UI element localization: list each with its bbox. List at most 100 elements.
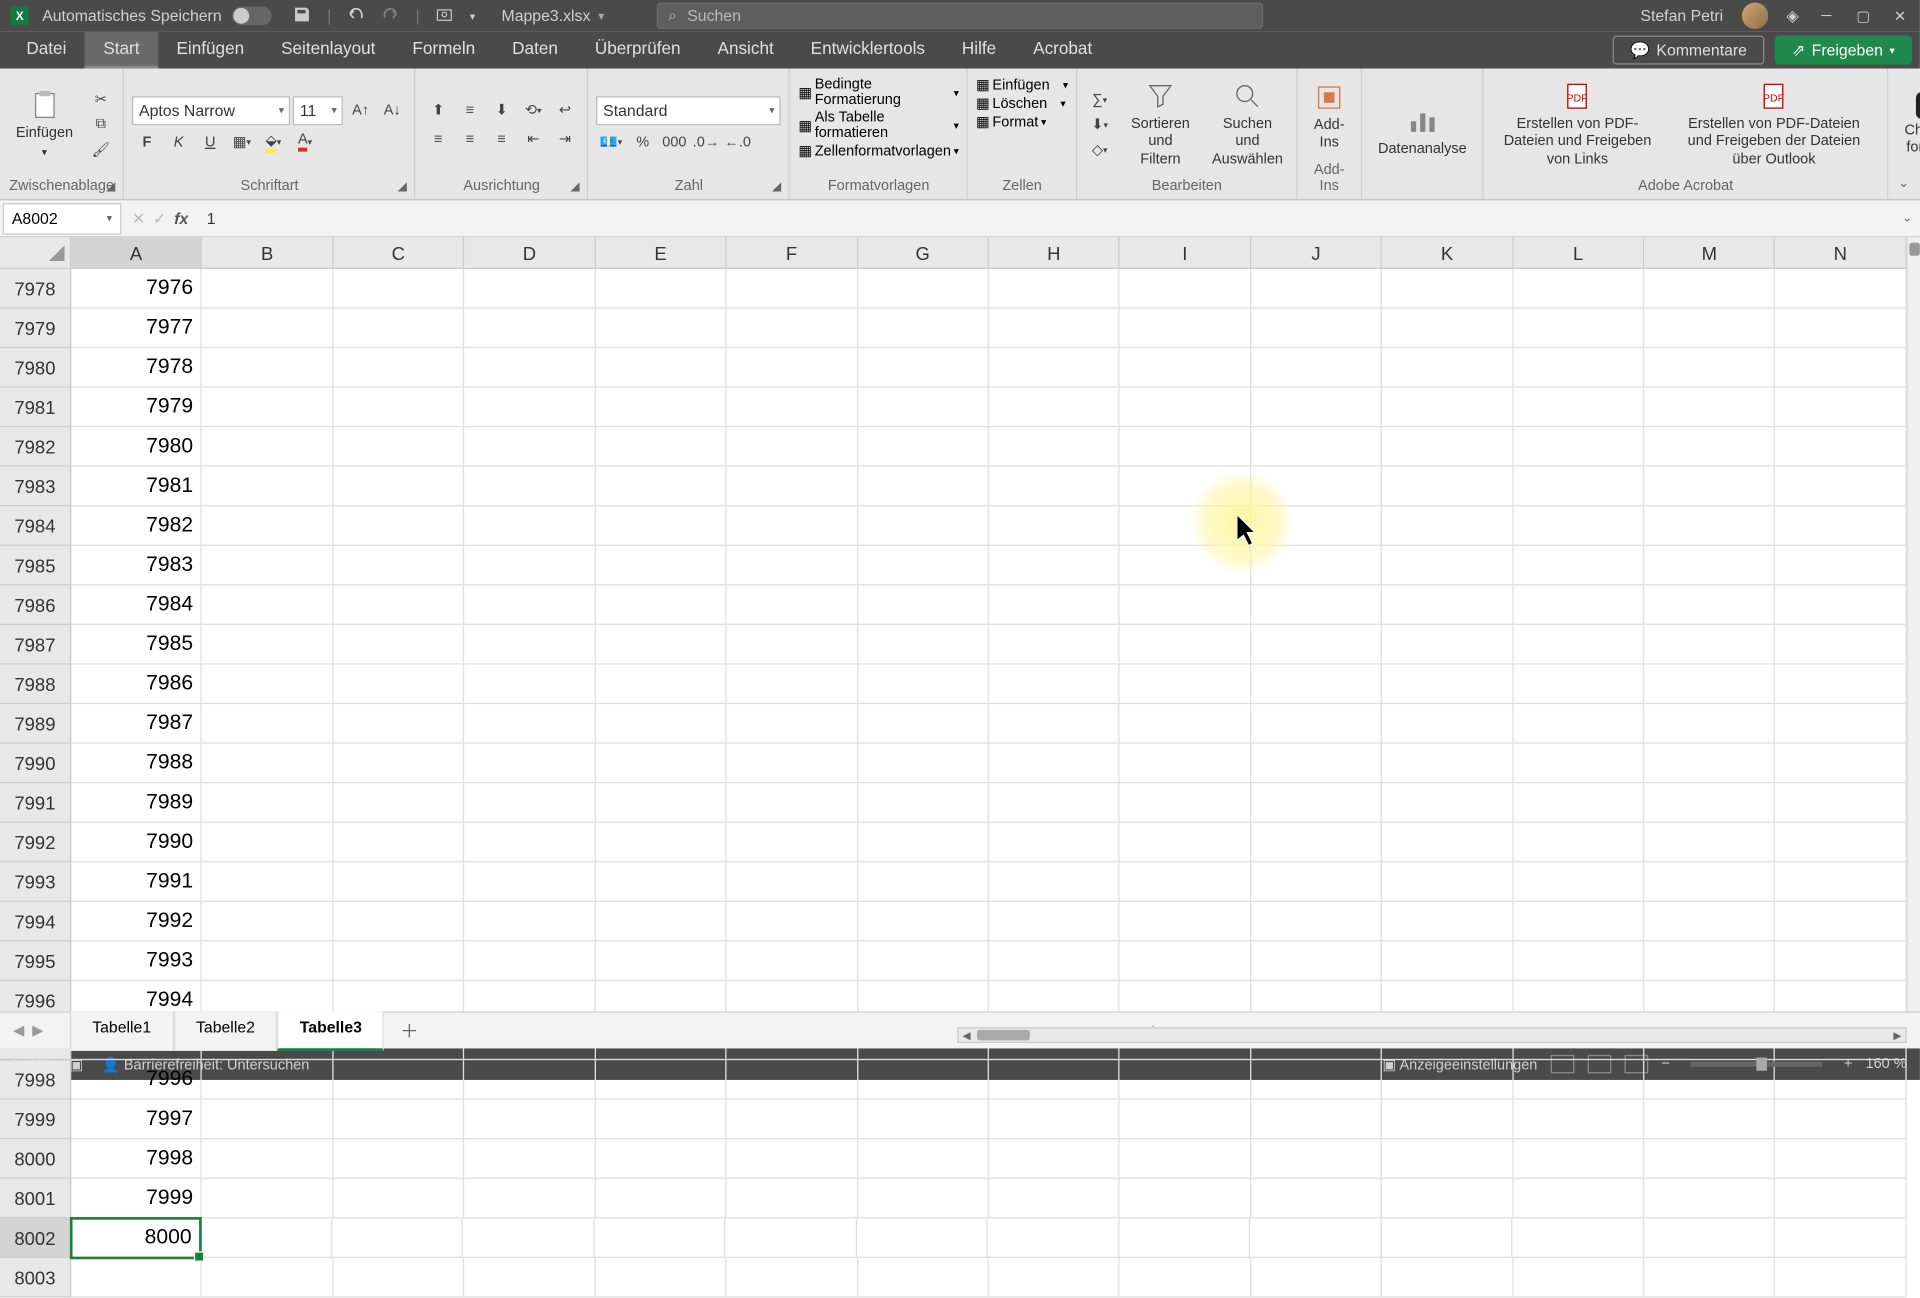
cell[interactable] <box>333 348 464 388</box>
fill-color-icon[interactable]: ⬙▾ <box>259 130 288 154</box>
cell[interactable]: 7984 <box>71 585 202 625</box>
font-name-combo[interactable]: Aptos Narrow▾ <box>132 96 290 125</box>
cell[interactable] <box>1251 783 1382 823</box>
cell[interactable] <box>1644 783 1775 823</box>
border-icon[interactable]: ▦▾ <box>227 130 256 154</box>
delete-cells-button[interactable]: ▦ Löschen ▾ <box>976 95 1068 112</box>
cell[interactable] <box>332 1218 463 1258</box>
cell[interactable] <box>858 506 989 546</box>
cell[interactable] <box>464 902 595 942</box>
cell[interactable] <box>463 1218 594 1258</box>
cell[interactable] <box>1644 665 1775 705</box>
share-button[interactable]: ⇗Freigeben▾ <box>1775 36 1912 65</box>
cell[interactable]: 7987 <box>71 704 202 744</box>
cell[interactable] <box>858 427 989 467</box>
row-header[interactable]: 7979 <box>0 309 71 349</box>
cell[interactable] <box>858 1179 989 1219</box>
cell[interactable] <box>594 1218 725 1258</box>
find-select-button[interactable]: Suchen und Auswählen <box>1207 74 1289 176</box>
row-header[interactable]: 7983 <box>0 467 71 507</box>
pdf-share-links-button[interactable]: PDF Erstellen von PDF-Dateien und Freige… <box>1492 74 1663 176</box>
row-header[interactable]: 7995 <box>0 941 71 981</box>
cell[interactable] <box>596 1100 727 1140</box>
cell[interactable] <box>857 1218 988 1258</box>
cell[interactable] <box>858 941 989 981</box>
cell[interactable] <box>1644 546 1775 586</box>
cell[interactable] <box>1120 823 1251 863</box>
cell[interactable] <box>1644 902 1775 942</box>
cell[interactable] <box>202 744 333 784</box>
cell[interactable] <box>727 665 858 705</box>
decrease-indent-icon[interactable]: ⇤ <box>519 127 548 151</box>
cell[interactable] <box>988 1218 1119 1258</box>
accounting-icon[interactable]: 💶▾ <box>597 130 626 154</box>
cell[interactable]: 7998 <box>71 1139 202 1179</box>
cell[interactable] <box>333 269 464 309</box>
cell[interactable] <box>596 348 727 388</box>
cell[interactable] <box>727 309 858 349</box>
cell[interactable] <box>202 665 333 705</box>
cell[interactable] <box>1775 348 1906 388</box>
cell[interactable] <box>1382 704 1513 744</box>
column-header-J[interactable]: J <box>1251 237 1382 269</box>
cell[interactable] <box>1382 862 1513 902</box>
cell[interactable] <box>1644 744 1775 784</box>
cell[interactable] <box>1120 783 1251 823</box>
cell[interactable] <box>1382 1258 1513 1298</box>
cell[interactable]: 7991 <box>71 862 202 902</box>
cell[interactable] <box>989 902 1120 942</box>
cell[interactable] <box>1120 269 1251 309</box>
cell[interactable] <box>727 744 858 784</box>
orientation-icon[interactable]: ⟲▾ <box>519 98 548 122</box>
cell[interactable] <box>464 744 595 784</box>
cell[interactable] <box>202 783 333 823</box>
cell[interactable] <box>202 862 333 902</box>
cell[interactable] <box>989 1139 1120 1179</box>
decrease-decimal-icon[interactable]: ←.0 <box>723 130 752 154</box>
cell[interactable] <box>1382 467 1513 507</box>
column-header-M[interactable]: M <box>1644 237 1775 269</box>
scroll-right-icon[interactable]: ▶ <box>1890 1029 1906 1042</box>
cell[interactable] <box>1644 309 1775 349</box>
cell[interactable] <box>202 1258 333 1298</box>
tab-datei[interactable]: Datei <box>8 32 85 69</box>
row-header[interactable]: 7978 <box>0 269 71 309</box>
cell[interactable] <box>1513 823 1644 863</box>
row-header[interactable]: 7989 <box>0 704 71 744</box>
cell[interactable] <box>1382 348 1513 388</box>
comma-icon[interactable]: 000 <box>660 130 689 154</box>
cell[interactable] <box>333 1258 464 1298</box>
paste-button[interactable]: Einfügen▾ <box>8 74 81 176</box>
cell[interactable] <box>1120 506 1251 546</box>
qat-dropdown-icon[interactable]: ▾ <box>470 10 475 22</box>
tab-ueberpruefen[interactable]: Überprüfen <box>576 32 699 69</box>
cell[interactable] <box>989 546 1120 586</box>
vertical-scrollbar[interactable] <box>1907 237 1920 1011</box>
cell[interactable] <box>858 467 989 507</box>
cell[interactable] <box>596 467 727 507</box>
cell[interactable] <box>1251 823 1382 863</box>
cell[interactable] <box>1513 585 1644 625</box>
cell[interactable] <box>1382 309 1513 349</box>
cell[interactable] <box>464 585 595 625</box>
cell[interactable]: 7988 <box>71 744 202 784</box>
row-header[interactable]: 7999 <box>0 1100 71 1140</box>
cell[interactable] <box>727 388 858 428</box>
cell[interactable] <box>1644 1258 1775 1298</box>
cell[interactable] <box>727 823 858 863</box>
number-format-combo[interactable]: Standard▾ <box>597 96 782 125</box>
cell[interactable] <box>1251 625 1382 665</box>
cell[interactable] <box>333 862 464 902</box>
row-header[interactable]: 7988 <box>0 665 71 705</box>
cell[interactable]: 7992 <box>71 902 202 942</box>
cell[interactable] <box>1775 1179 1906 1219</box>
align-middle-icon[interactable]: ≡ <box>455 98 484 122</box>
cell[interactable] <box>1513 625 1644 665</box>
cell[interactable]: 7986 <box>71 665 202 705</box>
column-header-H[interactable]: H <box>989 237 1120 269</box>
cancel-formula-icon[interactable]: ✕ <box>132 209 145 227</box>
cell[interactable] <box>989 427 1120 467</box>
sheet-tab-1[interactable]: Tabelle1 <box>70 1011 174 1051</box>
cell[interactable] <box>727 704 858 744</box>
cell[interactable] <box>989 1258 1120 1298</box>
